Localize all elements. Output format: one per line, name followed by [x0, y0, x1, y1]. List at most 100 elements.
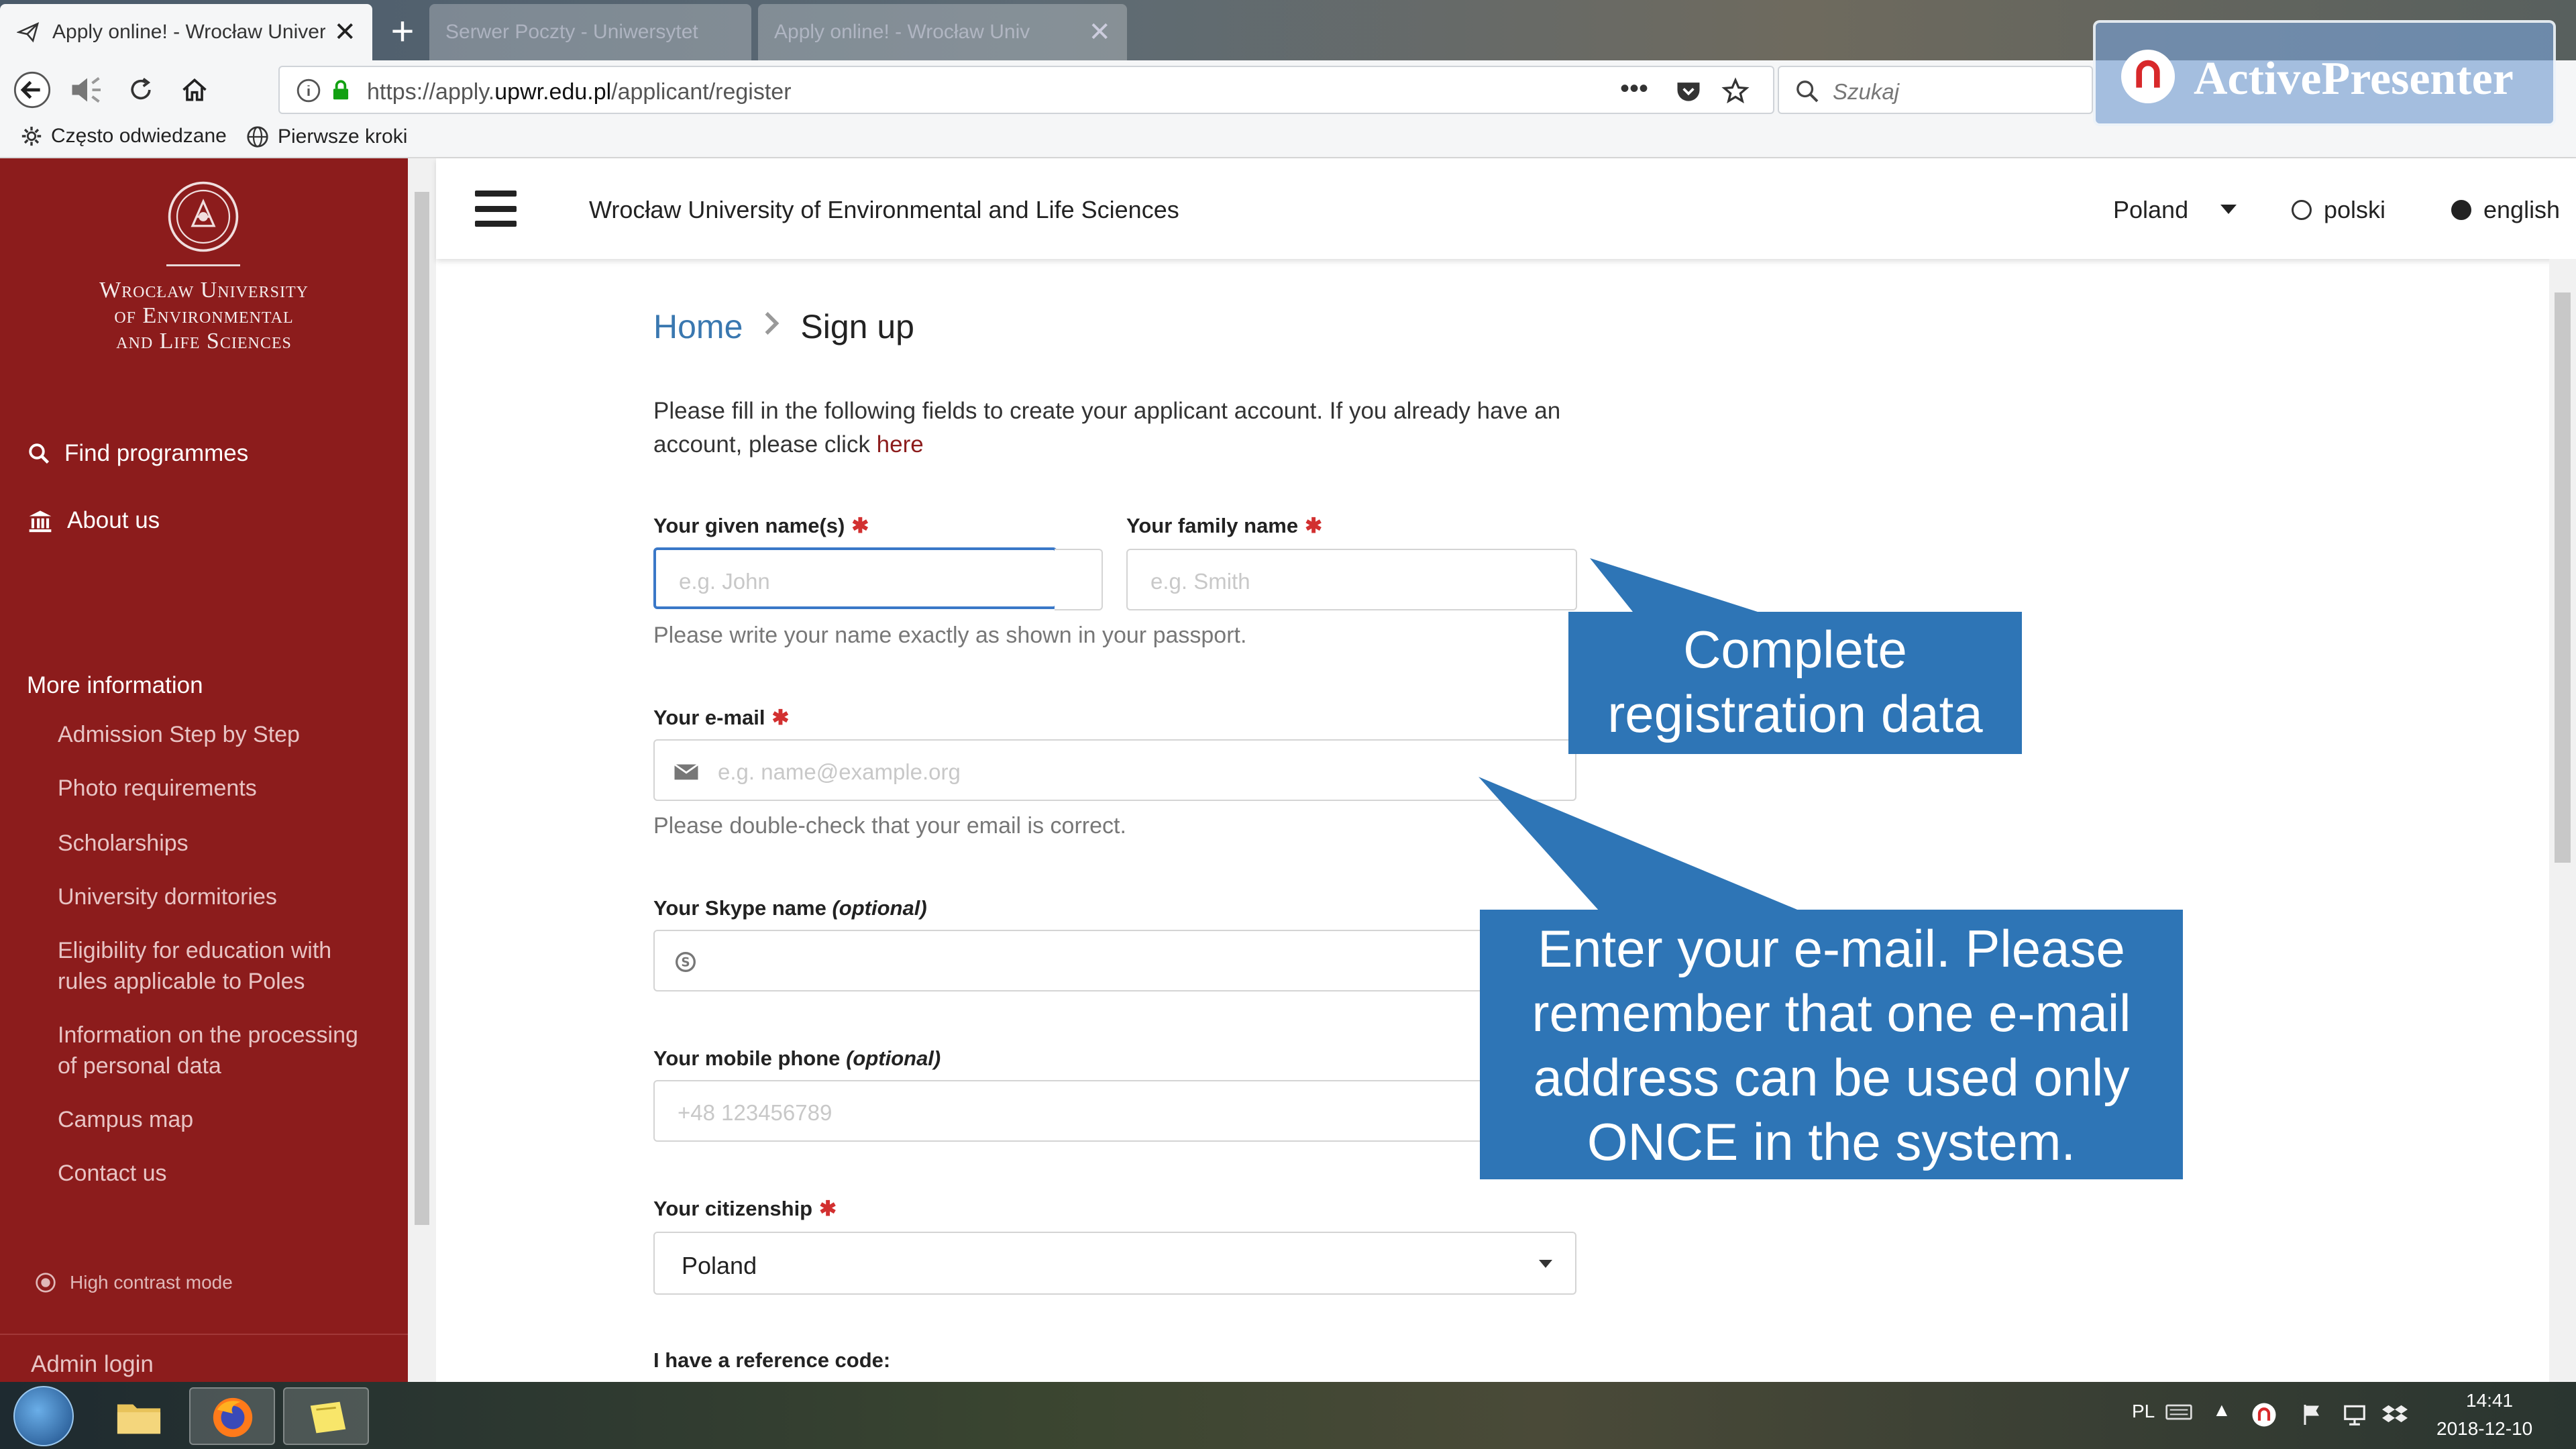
- search-input[interactable]: Szukaj: [1778, 66, 2093, 114]
- home-button[interactable]: [174, 70, 215, 110]
- language-option-polski[interactable]: polski: [2292, 196, 2385, 224]
- sidebar-item-contact-us[interactable]: Contact us: [58, 1158, 380, 1189]
- close-tab-icon[interactable]: ✕: [333, 17, 356, 48]
- watermark-text: ActivePresenter: [2194, 53, 2514, 105]
- reload-button[interactable]: [121, 70, 161, 110]
- phone-label: Your mobile phone (optional): [653, 1046, 941, 1070]
- sidebar-item-about-us[interactable]: About us: [27, 507, 160, 534]
- skype-icon: S: [676, 952, 696, 972]
- given-name-placeholder: e.g. John: [679, 569, 770, 594]
- tray-date[interactable]: 2018-12-10: [2436, 1418, 2532, 1440]
- dropbox-icon[interactable]: [2381, 1402, 2408, 1428]
- caret-down-icon: [2220, 205, 2237, 214]
- family-name-field[interactable]: e.g. Smith: [1126, 549, 1577, 610]
- sidebar-divider: [0, 1334, 408, 1335]
- radio-icon: [2292, 200, 2312, 220]
- university-name[interactable]: Wrocław University of Environmental and …: [0, 278, 408, 354]
- taskbar-file-explorer[interactable]: [95, 1387, 181, 1445]
- language-label: english: [2483, 196, 2561, 223]
- breadcrumb-home-link[interactable]: Home: [653, 307, 743, 346]
- admin-login-link[interactable]: Admin login: [31, 1351, 154, 1378]
- tab-apply-online[interactable]: Apply online! - Wrocław Univer ✕: [0, 4, 372, 60]
- given-name-label: Your given name(s) ✱: [653, 514, 869, 537]
- pocket-icon[interactable]: [1674, 76, 1703, 106]
- chevron-right-icon: [763, 310, 780, 343]
- search-icon: [29, 443, 50, 464]
- phone-field[interactable]: +48 123456789: [653, 1080, 1576, 1142]
- sidebar-item-eligibility[interactable]: Eligibility for education with rules app…: [58, 935, 380, 997]
- intro-text: Please fill in the following fields to c…: [653, 398, 1561, 458]
- sidebar-scrollbar[interactable]: [408, 158, 436, 1382]
- given-name-field-extension: [1055, 549, 1103, 610]
- sidebar-item-dormitories[interactable]: University dormitories: [58, 881, 380, 912]
- bookmark-most-visited[interactable]: Często odwiedzane: [20, 125, 227, 148]
- keyboard-icon[interactable]: [2165, 1402, 2192, 1422]
- callout-email-note: Enter your e-mail. Please remember that …: [1480, 910, 2183, 1179]
- taskbar-notes[interactable]: [283, 1387, 369, 1445]
- callout-complete-registration: Complete registration data: [1568, 612, 2022, 754]
- skype-field[interactable]: S: [653, 930, 1576, 991]
- activepresenter-tray-icon[interactable]: [2250, 1401, 2278, 1429]
- taskbar-firefox[interactable]: [189, 1387, 275, 1445]
- citizenship-select[interactable]: Poland: [653, 1232, 1576, 1295]
- email-field[interactable]: e.g. name@example.org: [653, 739, 1576, 801]
- more-actions-icon[interactable]: •••: [1620, 74, 1648, 104]
- email-placeholder: e.g. name@example.org: [718, 759, 961, 784]
- url-text: https://apply.upwr.edu.pl/applicant/regi…: [367, 79, 792, 105]
- family-name-label: Your family name ✱: [1126, 514, 1323, 537]
- sidebar-item-find-programmes[interactable]: Find programmes: [27, 440, 248, 467]
- country-select[interactable]: Poland: [2113, 196, 2237, 224]
- sidebar-scroll-thumb[interactable]: [415, 192, 429, 1225]
- star-icon[interactable]: [1721, 76, 1750, 106]
- sidebar-item-photo-requirements[interactable]: Photo requirements: [58, 773, 380, 804]
- sidebar-item-scholarships[interactable]: Scholarships: [58, 828, 380, 859]
- tab-title: Serwer Poczty - Uniwersytet: [445, 21, 698, 43]
- network-icon[interactable]: [2341, 1402, 2368, 1428]
- back-button[interactable]: [12, 70, 52, 110]
- sidebar-item-label: About us: [67, 507, 160, 533]
- flag-icon[interactable]: [2301, 1402, 2325, 1428]
- windows-taskbar: PL ▲ 14:41 2018-12-10: [0, 1382, 2576, 1449]
- sidebar-item-campus-map[interactable]: Campus map: [58, 1104, 380, 1135]
- login-here-link[interactable]: here: [877, 431, 924, 458]
- close-tab-icon[interactable]: ✕: [1088, 17, 1111, 48]
- folder-icon: [117, 1404, 161, 1434]
- radio-selected-icon: [2451, 200, 2471, 220]
- back-arrow-icon: [13, 71, 51, 109]
- tray-expand-icon[interactable]: ▲: [2212, 1399, 2231, 1421]
- required-asterisk-icon: ✱: [851, 514, 869, 537]
- name-hint: Please write your name exactly as shown …: [653, 623, 1247, 648]
- language-option-english[interactable]: english: [2451, 196, 2560, 224]
- high-contrast-label: High contrast mode: [70, 1272, 233, 1293]
- bookmark-first-steps[interactable]: Pierwsze kroki: [246, 125, 407, 149]
- url-bar[interactable]: https://apply.upwr.edu.pl/applicant/regi…: [278, 66, 1774, 114]
- new-tab-button[interactable]: +: [382, 8, 423, 55]
- globe-icon: [247, 126, 268, 148]
- bookmark-label: Często odwiedzane: [51, 125, 227, 147]
- windows-start-icon[interactable]: [13, 1386, 74, 1446]
- sidebar-item-personal-data[interactable]: Information on the processing of persona…: [58, 1020, 380, 1081]
- tab-apply-online-2[interactable]: Apply online! - Wrocław Univ ✕: [758, 4, 1127, 60]
- email-hint: Please double-check that your email is c…: [653, 813, 1126, 839]
- main-scrollbar[interactable]: [2549, 259, 2576, 1382]
- callout-email-pointer: [1479, 777, 1801, 911]
- activepresenter-logo-icon: [2121, 50, 2175, 103]
- search-placeholder: Szukaj: [1833, 79, 1900, 104]
- sidebar-item-admission-steps[interactable]: Admission Step by Step: [58, 719, 380, 750]
- required-asterisk-icon: ✱: [771, 706, 790, 729]
- citizenship-value: Poland: [682, 1252, 757, 1279]
- main-scroll-thumb[interactable]: [2555, 292, 2571, 863]
- breadcrumb: Home Sign up: [653, 307, 914, 346]
- menu-hamburger-icon[interactable]: [475, 191, 517, 227]
- header-title[interactable]: Wrocław University of Environmental and …: [589, 196, 1179, 224]
- caret-down-icon: [1539, 1260, 1552, 1268]
- tab-mail[interactable]: Serwer Poczty - Uniwersytet: [429, 4, 751, 60]
- given-name-field[interactable]: e.g. John: [653, 547, 1057, 609]
- building-icon: [29, 511, 52, 533]
- sidebar: Wrocław University of Environmental and …: [0, 158, 408, 1382]
- phone-placeholder: +48 123456789: [678, 1100, 833, 1125]
- tray-time[interactable]: 14:41: [2466, 1390, 2513, 1411]
- tray-language[interactable]: PL: [2132, 1401, 2155, 1422]
- high-contrast-toggle[interactable]: High contrast mode: [35, 1272, 233, 1293]
- university-seal-logo[interactable]: [166, 180, 240, 254]
